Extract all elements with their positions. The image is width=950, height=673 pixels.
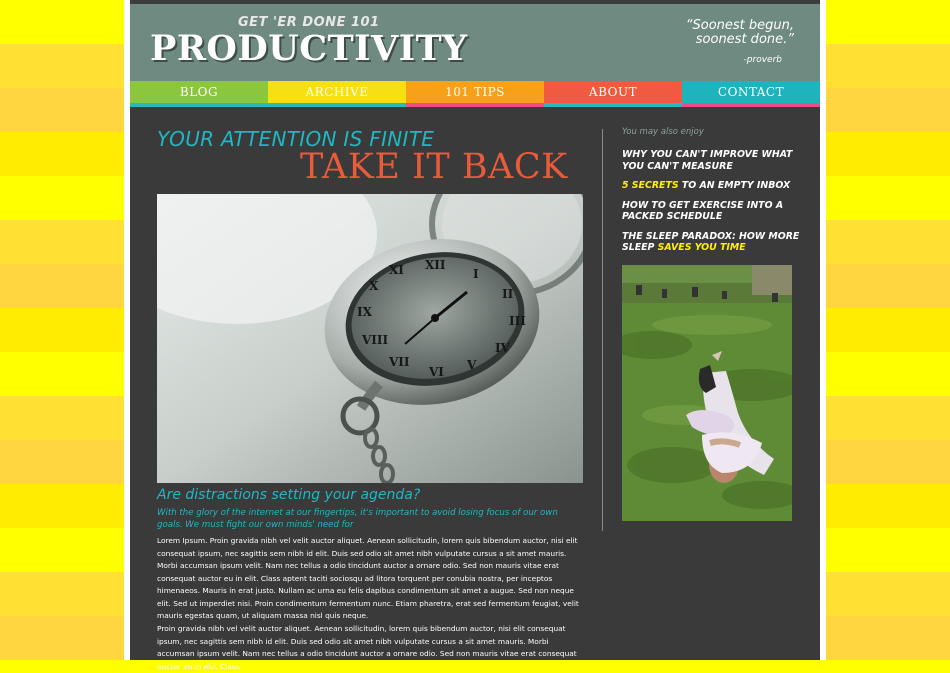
svg-text:X: X [369, 279, 379, 293]
man-resting-illustration [622, 265, 792, 521]
related-link-sleep[interactable]: THE SLEEP PARADOX: HOW MORE SLEEP SAVES … [622, 231, 802, 254]
svg-text:VIII: VIII [361, 333, 389, 347]
nav-archive[interactable]: ARCHIVE [268, 81, 406, 107]
quote-line-1: “Soonest begun, [685, 18, 794, 33]
svg-text:IX: IX [357, 305, 373, 319]
man-on-grass-image [622, 265, 792, 521]
svg-text:II: II [502, 287, 514, 301]
svg-text:XI: XI [389, 263, 404, 277]
related-link-text: WHY YOU CAN'T IMPROVE WHAT YOU CAN'T MEA… [622, 149, 793, 172]
sidebar: You may also enjoy WHY YOU CAN'T IMPROVE… [622, 127, 802, 521]
main-content: YOUR ATTENTION IS FINITE TAKE IT BACK XI… [130, 107, 820, 671]
sidebar-heading: You may also enjoy [622, 127, 704, 137]
main-nav: BLOG ARCHIVE 101 TIPS ABOUT CONTACT [130, 81, 820, 107]
related-link-measure[interactable]: WHY YOU CAN'T IMPROVE WHAT YOU CAN'T MEA… [622, 149, 802, 172]
svg-text:VI: VI [428, 365, 444, 379]
related-link-highlight: 5 SECRETS [622, 180, 679, 191]
column-divider [602, 129, 603, 531]
nav-contact[interactable]: CONTACT [682, 81, 820, 107]
svg-text:VII: VII [388, 355, 410, 369]
svg-text:XII: XII [425, 258, 446, 272]
nav-about[interactable]: ABOUT [544, 81, 682, 107]
site-header: GET 'ER DONE 101 PRODUCTIVITY “Soonest b… [130, 0, 820, 81]
page-container: GET 'ER DONE 101 PRODUCTIVITY “Soonest b… [124, 0, 826, 671]
header-quote: “Soonest begun, soonest done.” [686, 19, 794, 47]
article-subheading: Are distractions setting your agenda? [157, 487, 421, 503]
article-heading-secondary: TAKE IT BACK [300, 147, 568, 187]
related-link-text: TO AN EMPTY INBOX [678, 180, 791, 191]
article-lede: With the glory of the internet at our fi… [157, 508, 558, 530]
site-title[interactable]: PRODUCTIVITY [150, 28, 468, 69]
svg-text:IV: IV [495, 341, 511, 355]
svg-text:III: III [509, 314, 526, 328]
quote-line-2: soonest done.” [695, 32, 794, 47]
related-link-text: HOW TO GET EXERCISE INTO A PACKED SCHEDU… [622, 199, 784, 223]
nav-101-tips[interactable]: 101 TIPS [406, 81, 544, 107]
svg-text:I: I [473, 267, 479, 281]
article-paragraph-1: Lorem Ipsum. Proin gravida nibh vel veli… [157, 536, 579, 620]
related-link-highlight: SAVES YOU TIME [657, 242, 746, 253]
nav-blog[interactable]: BLOG [130, 81, 268, 107]
quote-attribution: -proverb [743, 55, 782, 65]
pocket-watch-image: XII I II III IV V VI VII VIII IX X XI [157, 194, 583, 483]
related-link-exercise[interactable]: HOW TO GET EXERCISE INTO A PACKED SCHEDU… [622, 200, 802, 223]
article-paragraph-2: Proin gravida nibh vel velit auctor aliq… [157, 624, 577, 671]
pocket-watch-illustration: XII I II III IV V VI VII VIII IX X XI [157, 194, 583, 483]
svg-text:V: V [466, 358, 477, 372]
related-link-inbox[interactable]: 5 SECRETS TO AN EMPTY INBOX [622, 180, 802, 192]
